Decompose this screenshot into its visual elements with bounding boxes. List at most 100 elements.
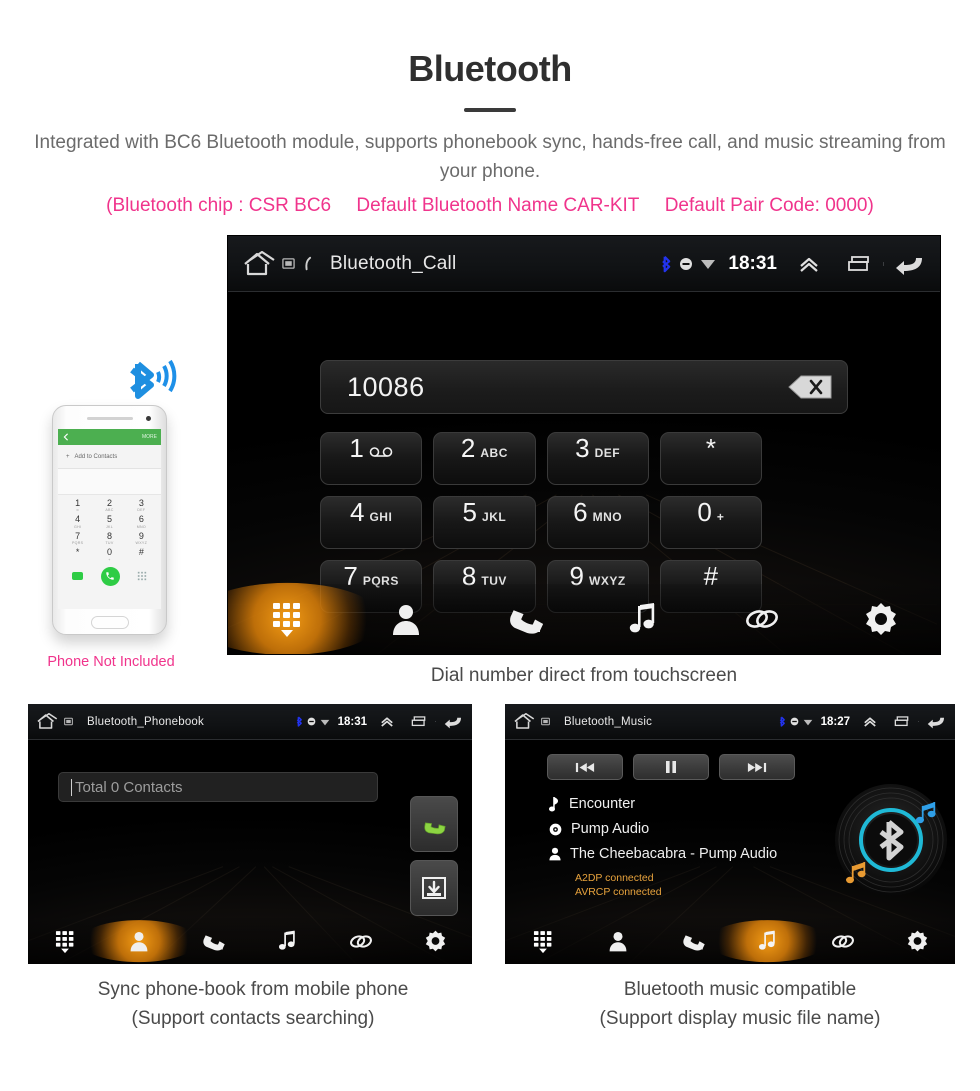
- nav-settings[interactable]: [886, 930, 949, 952]
- nav-dialpad[interactable]: [511, 929, 574, 954]
- artist-row: The Cheebacabra - Pump Audio: [549, 846, 829, 862]
- track-row: Encounter: [549, 796, 829, 812]
- bluetooth-disc-graphic: [831, 782, 951, 902]
- clock: 18:31: [337, 715, 367, 728]
- home-icon[interactable]: [36, 713, 58, 730]
- phonebook-actions: [410, 796, 458, 924]
- status-bar: Bluetooth_Music 18:27: [505, 704, 955, 740]
- pause-button[interactable]: [633, 754, 709, 780]
- nav-settings[interactable]: [404, 930, 466, 952]
- nav-music[interactable]: [593, 602, 693, 636]
- dnd-icon: [679, 257, 693, 271]
- screenshot-icon[interactable]: [282, 257, 295, 270]
- key-3[interactable]: 3 DEF: [546, 432, 649, 485]
- gear-icon: [425, 930, 445, 952]
- home-icon[interactable]: [513, 713, 535, 730]
- call-history-icon: [203, 935, 225, 951]
- music-body: Encounter Pump Audio The Cheebacabra - P…: [505, 740, 955, 964]
- bluetooth-icon: [661, 255, 672, 273]
- nav-call-history[interactable]: [475, 602, 575, 636]
- home-icon[interactable]: [242, 250, 276, 277]
- spec-line: (Bluetooth chip : CSR BC6 Default Blueto…: [0, 195, 980, 217]
- phone-add-contact-label: Add to Contacts: [74, 453, 118, 460]
- key-5[interactable]: 5 JKL: [433, 496, 536, 549]
- key-0[interactable]: 0 +: [659, 496, 762, 549]
- bluetooth-icon: [296, 716, 303, 727]
- nav-pair-link[interactable]: [712, 605, 812, 633]
- status-bar: Bluetooth_Call 18:31: [228, 236, 940, 292]
- nav-music[interactable]: [256, 930, 318, 952]
- phone-mockup: MORE + Add to Contacts 1 ∞ 2 ABC 3 DEF 4 GHI…: [52, 405, 167, 635]
- nav-dialpad[interactable]: [237, 600, 337, 638]
- recents-icon[interactable]: [411, 715, 428, 728]
- spec-chip: (Bluetooth chip : CSR BC6: [106, 194, 332, 216]
- phone-call-button: [100, 566, 120, 586]
- dialpad-icon: [273, 603, 301, 637]
- screenshot-icon[interactable]: [541, 717, 550, 726]
- back-icon[interactable]: [894, 252, 926, 276]
- next-icon: [747, 762, 767, 772]
- screen-title: Bluetooth_Call: [330, 252, 457, 274]
- text-caret: [71, 778, 72, 796]
- nav-settings[interactable]: [831, 602, 931, 636]
- contact-icon: [392, 605, 419, 635]
- phone-not-included-note: Phone Not Included: [47, 654, 175, 670]
- gear-icon: [907, 930, 928, 952]
- call-history-icon: [509, 610, 543, 634]
- phone-video-call-icon: [72, 572, 83, 581]
- previous-icon: [575, 762, 595, 772]
- dialpad-icon: [55, 930, 74, 953]
- nav-pair-link[interactable]: [330, 932, 392, 951]
- chevron-up-icon[interactable]: [379, 715, 395, 728]
- voicemail-icon: [369, 444, 393, 462]
- contacts-search-input[interactable]: Total 0 Contacts: [58, 772, 378, 802]
- key-4[interactable]: 4 GHI: [320, 496, 423, 549]
- link-icon: [350, 934, 372, 948]
- nav-pair-link[interactable]: [811, 932, 874, 951]
- recents-icon[interactable]: [894, 715, 911, 728]
- album-disc-icon: [549, 823, 562, 835]
- screenshot-icon[interactable]: [64, 717, 73, 726]
- track-title: Encounter: [569, 796, 636, 812]
- bottom-nav: [228, 584, 940, 654]
- key-2[interactable]: 2 ABC: [433, 432, 536, 485]
- dialpad-icon: [533, 930, 551, 953]
- pause-icon: [666, 761, 676, 773]
- key-star[interactable]: *: [659, 432, 762, 485]
- nav-contacts[interactable]: [108, 930, 170, 952]
- phone-keypad: 1 ∞ 2 ABC 3 DEF 4 GHI 5 JKL 6 MNO 7 PQRS 8 TUV 9…: [58, 495, 161, 586]
- music-caption-line2: (Support display music file name): [599, 1007, 881, 1029]
- key-6[interactable]: 6 MNO: [546, 496, 649, 549]
- backspace-icon[interactable]: [783, 372, 837, 402]
- bluetooth-call-screen: Bluetooth_Call 18:31 10086 1 2 ABC 3 DEF…: [228, 236, 940, 654]
- download-icon: [422, 877, 446, 899]
- nav-call-history[interactable]: [182, 930, 244, 952]
- album-row: Pump Audio: [549, 821, 829, 837]
- next-button[interactable]: [719, 754, 795, 780]
- clock: 18:27: [820, 715, 850, 728]
- back-icon[interactable]: [443, 714, 464, 729]
- phonebook-body: Total 0 Contacts: [28, 740, 472, 964]
- call-button[interactable]: [410, 796, 458, 852]
- chevron-up-icon[interactable]: [862, 715, 878, 728]
- key-1[interactable]: 1: [320, 432, 423, 485]
- download-contacts-button[interactable]: [410, 860, 458, 916]
- contacts-search-value: Total 0 Contacts: [75, 778, 183, 796]
- previous-button[interactable]: [547, 754, 623, 780]
- connection-status: A2DP connected AVRCP connected: [549, 871, 829, 899]
- page-subtitle: Integrated with BC6 Bluetooth module, su…: [34, 132, 946, 183]
- recents-icon[interactable]: [847, 254, 873, 274]
- nav-music[interactable]: [736, 930, 799, 952]
- wifi-icon: [803, 718, 813, 726]
- chevron-up-icon[interactable]: [797, 254, 821, 274]
- nav-contacts[interactable]: [356, 602, 456, 636]
- nav-contacts[interactable]: [586, 930, 649, 952]
- dial-caption: Dial number direct from touchscreen: [430, 665, 738, 686]
- phone-key: 6 MNO: [136, 514, 146, 529]
- phone-key: 5 JKL: [105, 514, 114, 529]
- phone-speaker: [86, 417, 133, 420]
- phone-key: 9 WXYZ: [135, 530, 148, 546]
- phone-app-topbar: MORE: [58, 429, 161, 445]
- back-icon[interactable]: [926, 714, 947, 729]
- dial-number-input[interactable]: 10086: [320, 360, 848, 414]
